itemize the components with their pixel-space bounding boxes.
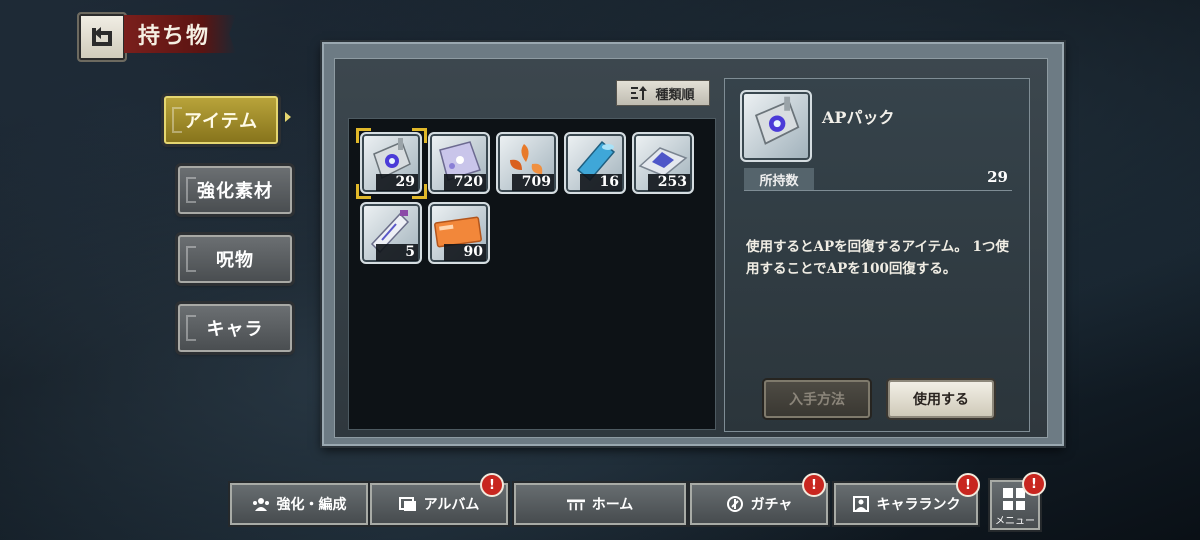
- sort-label: 種類順: [655, 87, 695, 103]
- sidebar-item-cursed-objects[interactable]: 呪物: [178, 235, 292, 283]
- sort-button[interactable]: 種類順: [616, 80, 710, 106]
- bottom-nav-enhance-formation[interactable]: 強化・編成: [230, 483, 368, 525]
- selection-corner: [356, 128, 371, 143]
- selection-corner: [412, 184, 427, 199]
- back-button[interactable]: [77, 12, 127, 62]
- use-item-button[interactable]: 使用する: [888, 380, 994, 418]
- item-slot-talisman[interactable]: 5: [360, 202, 422, 264]
- active-indicator-arrow-icon: [285, 112, 291, 122]
- sidebar-item-characters[interactable]: キャラ: [178, 304, 292, 352]
- gacha-icon: [726, 496, 744, 512]
- item-count: 709: [512, 174, 554, 191]
- bottom-nav-label: アルバム: [423, 497, 480, 513]
- quantity-label: 所持数: [744, 168, 814, 190]
- sidebar-item-items[interactable]: アイテム: [164, 96, 278, 144]
- item-slot-crystal-shards[interactable]: 253: [632, 132, 694, 194]
- menu-label: メニュー: [995, 516, 1035, 527]
- selection-corner: [412, 128, 427, 143]
- obtain-method-button[interactable]: 入手方法: [764, 380, 870, 418]
- item-count: 720: [444, 174, 486, 191]
- item-count: 16: [580, 174, 622, 191]
- bottom-nav-home[interactable]: ホーム: [514, 483, 686, 525]
- item-slot-blue-cylinder[interactable]: 16: [564, 132, 626, 194]
- item-description: 使用するとAPを回復するアイテム。 1つ使用することでAPを100回復する。: [746, 239, 1009, 277]
- bottom-nav-label: ホーム: [591, 497, 634, 513]
- alert-badge: !: [956, 473, 980, 497]
- return-arrow-icon: [92, 27, 112, 46]
- team-icon: [252, 496, 270, 512]
- item-slot-orange-petals[interactable]: 709: [496, 132, 558, 194]
- sidebar-item-label: キャラ: [206, 319, 264, 340]
- item-count: 253: [648, 174, 690, 191]
- grid-icon: [1003, 488, 1025, 510]
- quantity-value: 29: [987, 168, 1008, 186]
- item-slot-crystal-box[interactable]: 720: [428, 132, 490, 194]
- page-title: 持ち物: [138, 23, 211, 49]
- sort-icon: [631, 86, 648, 100]
- sidebar-item-label: アイテム: [183, 111, 259, 132]
- character-rank-icon: [852, 496, 870, 512]
- sidebar-item-label: 呪物: [216, 250, 254, 271]
- selection-corner: [356, 184, 371, 199]
- bottom-nav-label: ガチャ: [750, 497, 793, 513]
- item-count: 5: [376, 244, 418, 261]
- sidebar-item-enhance-materials[interactable]: 強化素材: [178, 166, 292, 214]
- ap-pack-icon: [754, 96, 800, 145]
- sidebar-item-label: 強化素材: [197, 181, 273, 202]
- detail-item-image: [740, 90, 812, 162]
- item-count: 90: [444, 244, 486, 261]
- alert-badge: !: [480, 473, 504, 497]
- alert-badge: !: [1022, 472, 1046, 496]
- album-icon: [398, 496, 417, 512]
- item-slot-orange-ticket[interactable]: 90: [428, 202, 490, 264]
- detail-item-name: APパック: [822, 108, 895, 127]
- alert-badge: !: [802, 473, 826, 497]
- home-icon: [566, 496, 585, 512]
- bottom-nav-label: 強化・編成: [276, 497, 347, 513]
- bottom-nav-label: キャラランク: [876, 497, 961, 513]
